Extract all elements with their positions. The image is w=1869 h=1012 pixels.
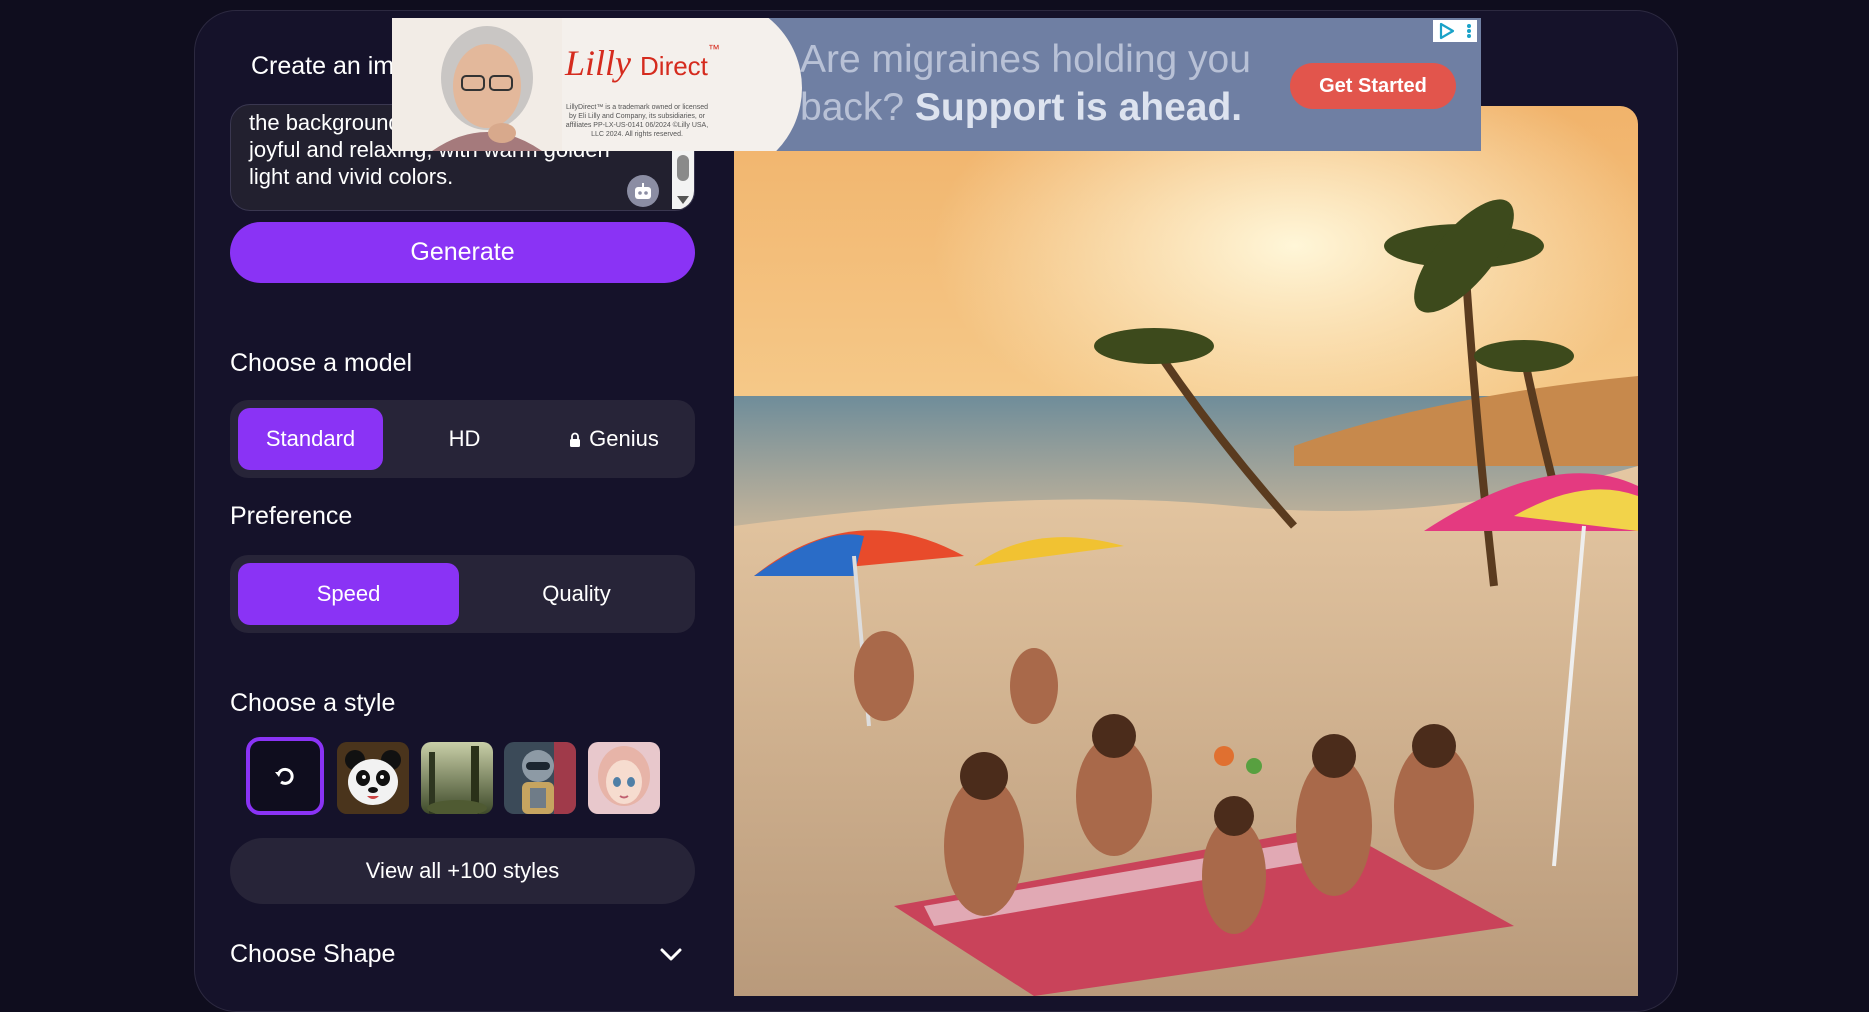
generated-image-preview[interactable]	[734, 106, 1638, 996]
ad-fine-print: LillyDirect™ is a trademark owned or lic…	[565, 104, 709, 138]
lock-icon	[570, 432, 581, 447]
ad-brand-word: Direct	[640, 51, 708, 81]
model-selector: Standard HD Genius	[230, 400, 695, 478]
ad-brand-logo: Lilly Direct™	[565, 42, 720, 84]
generate-button[interactable]: Generate	[230, 222, 695, 283]
style-forest[interactable]	[421, 742, 493, 814]
ad-brand-tm: ™	[707, 42, 720, 56]
style-heading: Choose a style	[230, 689, 396, 717]
model-option-label: Genius	[589, 426, 659, 451]
model-option-standard[interactable]: Standard	[238, 408, 383, 470]
shape-heading[interactable]: Choose Shape	[230, 940, 395, 969]
model-heading: Choose a model	[230, 349, 413, 377]
panda-thumbnail	[337, 742, 409, 814]
preference-heading: Preference	[230, 502, 353, 530]
robot-icon[interactable]	[627, 175, 659, 207]
beach-picnic-image	[734, 106, 1638, 996]
scroll-down-arrow-icon[interactable]	[677, 196, 689, 204]
model-option-label: Standard	[265, 426, 356, 451]
no-style-icon	[275, 767, 294, 785]
ad-headline-bold: Support is ahead.	[914, 86, 1243, 129]
scrollbar-thumb[interactable]	[677, 155, 689, 181]
chevron-down-icon[interactable]	[658, 941, 684, 967]
style-panda[interactable]	[337, 742, 409, 814]
ad-banner[interactable]: Lilly Direct™ LillyDirect™ is a trademar…	[392, 18, 1481, 151]
model-option-label: HD	[448, 426, 481, 451]
preference-option-label: Speed	[316, 581, 381, 606]
ad-brand-script: Lilly	[565, 43, 632, 83]
ad-choices[interactable]	[1433, 20, 1477, 42]
forest-thumbnail	[421, 742, 493, 814]
style-none[interactable]	[246, 737, 324, 815]
anime-thumbnail	[588, 742, 660, 814]
preference-selector: Speed Quality	[230, 555, 695, 633]
view-all-styles-button[interactable]: View all +100 styles	[230, 838, 695, 904]
preference-option-label: Quality	[542, 581, 611, 606]
style-robot[interactable]	[504, 742, 576, 814]
ad-woman-photo	[392, 18, 562, 151]
preference-option-quality[interactable]: Quality	[466, 563, 687, 625]
robot-thumbnail	[504, 742, 576, 814]
model-option-hd[interactable]: HD	[392, 408, 537, 470]
prompt-scrollbar[interactable]	[672, 151, 694, 209]
ad-choices-icon[interactable]	[1438, 22, 1456, 40]
model-option-genius[interactable]: Genius	[540, 408, 688, 470]
preference-option-speed[interactable]: Speed	[238, 563, 459, 625]
ad-headline: Are migraines holding you back? Support …	[800, 36, 1270, 132]
ad-get-started-button[interactable]: Get Started	[1290, 63, 1456, 109]
more-options-icon[interactable]	[1466, 23, 1472, 39]
style-anime[interactable]	[588, 742, 660, 814]
